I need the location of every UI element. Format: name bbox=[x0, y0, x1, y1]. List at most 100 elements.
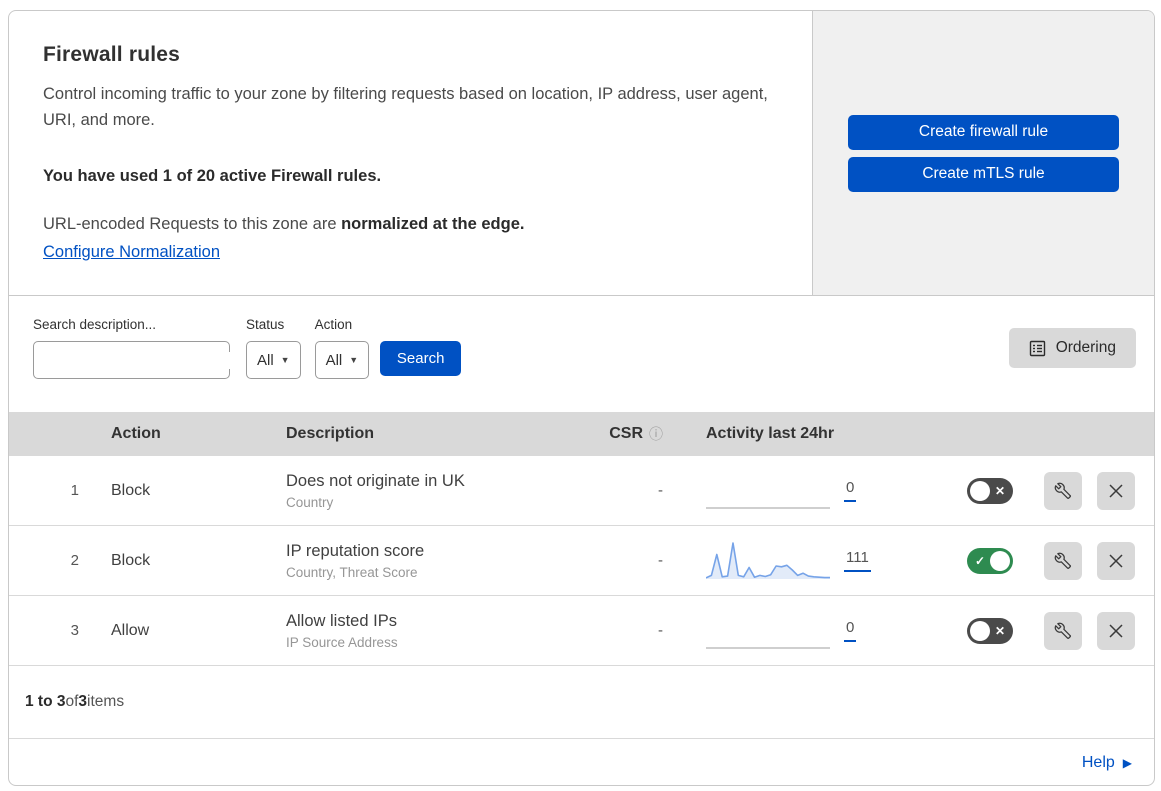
table-body: 1 Block Does not originate in UK Country… bbox=[9, 456, 1154, 666]
ordered-list-icon bbox=[1029, 340, 1045, 356]
rule-activity-cell: 0 bbox=[681, 471, 921, 511]
activity-count-link[interactable]: 0 bbox=[844, 619, 857, 642]
ordering-button-label: Ordering bbox=[1055, 339, 1116, 356]
status-dropdown[interactable]: All ▼ bbox=[246, 341, 301, 379]
rule-priority: 2 bbox=[70, 552, 79, 569]
rule-csr-value: - bbox=[658, 552, 663, 569]
items-count: 1 to 3 of 3 items bbox=[9, 666, 1154, 738]
wrench-icon bbox=[1054, 622, 1072, 639]
activity-sparkline bbox=[706, 506, 830, 509]
rule-description-cell: Allow listed IPs IP Source Address bbox=[254, 612, 566, 650]
help-link[interactable]: Help ▶ bbox=[1082, 754, 1132, 772]
search-label: Search description... bbox=[33, 317, 157, 332]
rule-description-cell: IP reputation score Country, Threat Scor… bbox=[254, 542, 566, 580]
delete-rule-button[interactable] bbox=[1097, 611, 1135, 650]
filter-bar: Search description... Status All ▼ Actio… bbox=[9, 296, 1154, 412]
overview-section: Firewall rules Control incoming traffic … bbox=[9, 11, 1154, 296]
ordering-button[interactable]: Ordering bbox=[1008, 328, 1136, 368]
rule-activity-cell: 111 bbox=[681, 541, 921, 581]
column-csr-label: CSR bbox=[609, 425, 643, 442]
table-row: 3 Allow Allow listed IPs IP Source Addre… bbox=[9, 596, 1154, 666]
table-header: Action Description CSR ⓘ Activity last 2… bbox=[9, 412, 1154, 456]
create-mtls-rule-button[interactable]: Create mTLS rule bbox=[848, 156, 1119, 192]
items-word: items bbox=[87, 693, 125, 710]
page-title: Firewall rules bbox=[43, 43, 181, 66]
rule-description-cell: Does not originate in UK Country bbox=[254, 472, 566, 510]
create-firewall-rule-button[interactable]: Create firewall rule bbox=[848, 114, 1119, 150]
rule-criteria: Country bbox=[286, 494, 334, 510]
rule-criteria: Country, Threat Score bbox=[286, 564, 418, 580]
configure-normalization-link[interactable]: Configure Normalization bbox=[43, 243, 220, 262]
chevron-down-icon: ▼ bbox=[349, 354, 359, 365]
x-icon bbox=[1109, 483, 1123, 498]
column-action: Action bbox=[111, 425, 161, 442]
x-icon bbox=[1109, 623, 1123, 638]
wrench-icon bbox=[1054, 552, 1072, 569]
status-label: Status bbox=[246, 317, 285, 332]
column-activity: Activity last 24hr bbox=[706, 425, 835, 442]
x-icon bbox=[1109, 553, 1123, 568]
table-row: 2 Block IP reputation score Country, Thr… bbox=[9, 526, 1154, 596]
x-icon: ✕ bbox=[994, 623, 1005, 638]
status-dropdown-value: All bbox=[257, 351, 274, 369]
normalization-note-bold: normalized at the edge. bbox=[341, 214, 525, 233]
rule-action: Allow bbox=[111, 621, 150, 639]
status-filter-group: Status All ▼ bbox=[246, 317, 301, 379]
rule-priority: 1 bbox=[70, 482, 79, 499]
rule-action: Block bbox=[111, 551, 151, 569]
rule-csr-value: - bbox=[658, 622, 663, 639]
activity-count-link[interactable]: 111 bbox=[844, 549, 871, 572]
rule-action: Block bbox=[111, 481, 151, 499]
items-of: of bbox=[65, 693, 79, 710]
search-input[interactable] bbox=[52, 351, 251, 369]
normalization-note: URL-encoded Requests to this zone are no… bbox=[43, 215, 782, 234]
action-filter-group: Action All ▼ bbox=[314, 317, 370, 379]
table-row: 1 Block Does not originate in UK Country… bbox=[9, 456, 1154, 526]
page-description: Control incoming traffic to your zone by… bbox=[43, 85, 768, 130]
action-dropdown-value: All bbox=[325, 351, 343, 369]
arrow-right-icon: ▶ bbox=[1122, 755, 1132, 770]
enable-toggle[interactable]: ✓ ✕ bbox=[967, 477, 1013, 504]
edit-rule-button[interactable] bbox=[1044, 611, 1082, 650]
enable-toggle[interactable]: ✓ ✕ bbox=[967, 617, 1013, 644]
delete-rule-button[interactable] bbox=[1097, 471, 1135, 510]
cta-panel: Create firewall rule Create mTLS rule bbox=[812, 11, 1154, 295]
items-range: 1 to 3 bbox=[25, 693, 66, 710]
rule-controls: ✓ ✕ bbox=[921, 471, 1154, 510]
toggle-knob bbox=[990, 550, 1010, 571]
chevron-down-icon: ▼ bbox=[280, 354, 290, 365]
info-circle-icon[interactable]: ⓘ bbox=[649, 424, 663, 444]
wrench-icon bbox=[1054, 482, 1072, 499]
toggle-knob bbox=[970, 620, 990, 641]
delete-rule-button[interactable] bbox=[1097, 541, 1135, 580]
rule-description: IP reputation score bbox=[286, 541, 425, 560]
rule-priority: 3 bbox=[70, 622, 79, 639]
rule-csr-value: - bbox=[658, 482, 663, 499]
edit-rule-button[interactable] bbox=[1044, 471, 1082, 510]
check-icon: ✓ bbox=[975, 553, 986, 568]
items-total: 3 bbox=[78, 693, 88, 710]
column-csr: CSR ⓘ bbox=[566, 424, 681, 444]
search-group: Search description... bbox=[33, 317, 251, 379]
firewall-rules-card: Firewall rules Control incoming traffic … bbox=[8, 10, 1155, 786]
enable-toggle[interactable]: ✓ ✕ bbox=[967, 547, 1013, 574]
help-row: Help ▶ bbox=[9, 738, 1154, 785]
column-description: Description bbox=[286, 425, 375, 442]
edit-rule-button[interactable] bbox=[1044, 541, 1082, 580]
rule-description: Allow listed IPs bbox=[286, 611, 397, 630]
rule-criteria: IP Source Address bbox=[286, 634, 398, 650]
search-button[interactable]: Search bbox=[380, 341, 462, 376]
activity-count-link[interactable]: 0 bbox=[844, 479, 857, 502]
action-dropdown[interactable]: All ▼ bbox=[314, 341, 370, 379]
activity-sparkline bbox=[706, 646, 830, 649]
intro-text-block: Firewall rules Control incoming traffic … bbox=[9, 11, 812, 295]
rule-controls: ✓ ✕ bbox=[921, 541, 1154, 580]
activity-sparkline bbox=[706, 541, 830, 579]
usage-summary: You have used 1 of 20 active Firewall ru… bbox=[43, 166, 382, 185]
help-label: Help bbox=[1081, 753, 1115, 771]
action-label: Action bbox=[314, 317, 353, 332]
rule-description: Does not originate in UK bbox=[286, 471, 465, 490]
rule-activity-cell: 0 bbox=[681, 611, 921, 651]
x-icon: ✕ bbox=[994, 483, 1005, 498]
normalization-note-text: URL-encoded Requests to this zone are bbox=[43, 214, 342, 233]
